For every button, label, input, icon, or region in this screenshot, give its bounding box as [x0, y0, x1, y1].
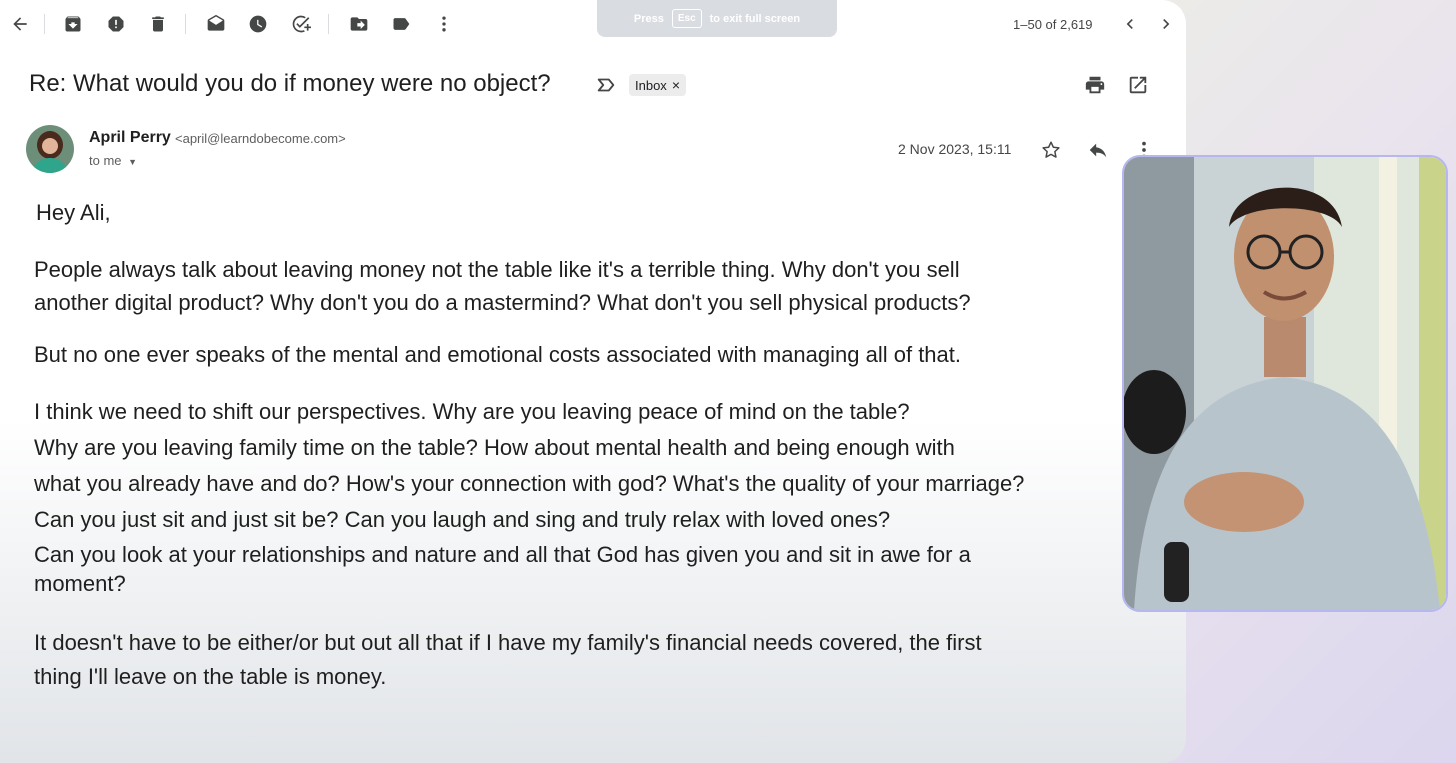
caret-down-icon: ▼	[128, 157, 138, 167]
body-line: what you already have and do? How's your…	[34, 471, 1025, 496]
more-icon	[442, 16, 446, 32]
body-line: People always talk about leaving money n…	[34, 257, 960, 282]
chevron-left-icon	[1126, 19, 1133, 29]
snooze-button[interactable]	[244, 10, 272, 38]
toolbar-divider	[185, 14, 186, 34]
mark-unread-button[interactable]	[202, 10, 230, 38]
archive-icon	[65, 16, 81, 32]
body-line: Hey Ali,	[36, 200, 111, 225]
toolbar-divider	[328, 14, 329, 34]
open-in-new-icon	[1129, 76, 1147, 94]
snooze-icon	[249, 15, 267, 33]
importance-marker[interactable]	[595, 74, 617, 96]
fullscreen-hint-key: Esc	[671, 9, 702, 28]
body-line: It doesn't have to be either/or but out …	[34, 630, 982, 655]
fullscreen-hint: Press Esc to exit full screen	[597, 0, 837, 37]
body-line: thing I'll leave on the table is money.	[34, 664, 387, 689]
body-line: But no one ever speaks of the mental and…	[34, 342, 961, 367]
open-new-window-button[interactable]	[1125, 72, 1151, 98]
toolbar-divider	[44, 14, 45, 34]
label-button[interactable]	[387, 10, 415, 38]
report-spam-icon	[108, 16, 124, 32]
print-icon	[1085, 76, 1105, 94]
report-spam-button[interactable]	[102, 10, 130, 38]
reply-icon	[1089, 143, 1107, 158]
body-line: another digital product? Why don't you d…	[34, 290, 971, 315]
back-button[interactable]	[6, 10, 34, 38]
webcam-overlay	[1122, 155, 1448, 612]
chevron-right-icon	[1163, 19, 1170, 29]
add-task-icon	[292, 15, 311, 33]
email-subject: Re: What would you do if money were no o…	[29, 70, 551, 97]
inbox-label-text: Inbox	[635, 77, 667, 93]
move-to-icon	[350, 17, 368, 31]
mark-unread-icon	[207, 14, 225, 31]
fullscreen-hint-text: to exit full screen	[709, 12, 801, 25]
label-icon	[393, 18, 410, 30]
pagination-count: 1–50 of 2,619	[1013, 17, 1093, 32]
sender-name: April Perry	[89, 129, 171, 146]
fullscreen-hint-press: Press	[633, 12, 664, 25]
newer-button[interactable]	[1116, 10, 1144, 38]
body-line: I think we need to shift our perspective…	[34, 399, 910, 424]
email-date: 2 Nov 2023, 15:11	[898, 141, 1012, 157]
sender-email: <april@learndobecome.com>	[175, 131, 346, 146]
remove-label-button[interactable]: ×	[672, 77, 680, 93]
add-task-button[interactable]	[287, 10, 315, 38]
body-line: Why are you leaving family time on the t…	[34, 435, 955, 460]
recipient-details-toggle[interactable]: to me ▼	[89, 153, 137, 168]
avatar-photo-icon	[26, 125, 74, 173]
star-icon	[1042, 141, 1060, 158]
more-button[interactable]	[430, 10, 458, 38]
body-line: moment?	[34, 571, 126, 596]
importance-icon	[597, 78, 615, 92]
inbox-label-chip: Inbox ×	[629, 74, 686, 96]
star-button[interactable]	[1038, 137, 1064, 163]
archive-button[interactable]	[59, 10, 87, 38]
older-button[interactable]	[1152, 10, 1180, 38]
email-window: Press Esc to exit full screen 1–50 of 2,…	[0, 0, 1186, 763]
body-line: Can you just sit and just sit be? Can yo…	[34, 507, 891, 532]
presenter-video-icon	[1124, 157, 1446, 610]
email-toolbar: Press Esc to exit full screen 1–50 of 2,…	[0, 0, 1186, 48]
body-line: Can you look at your relationships and n…	[34, 542, 971, 567]
back-icon	[13, 17, 27, 31]
avatar[interactable]	[26, 125, 74, 173]
delete-icon	[152, 16, 164, 32]
recipient-text: to me	[89, 153, 122, 168]
move-to-button[interactable]	[345, 10, 373, 38]
delete-button[interactable]	[144, 10, 172, 38]
reply-button[interactable]	[1085, 137, 1111, 163]
print-button[interactable]	[1082, 72, 1108, 98]
